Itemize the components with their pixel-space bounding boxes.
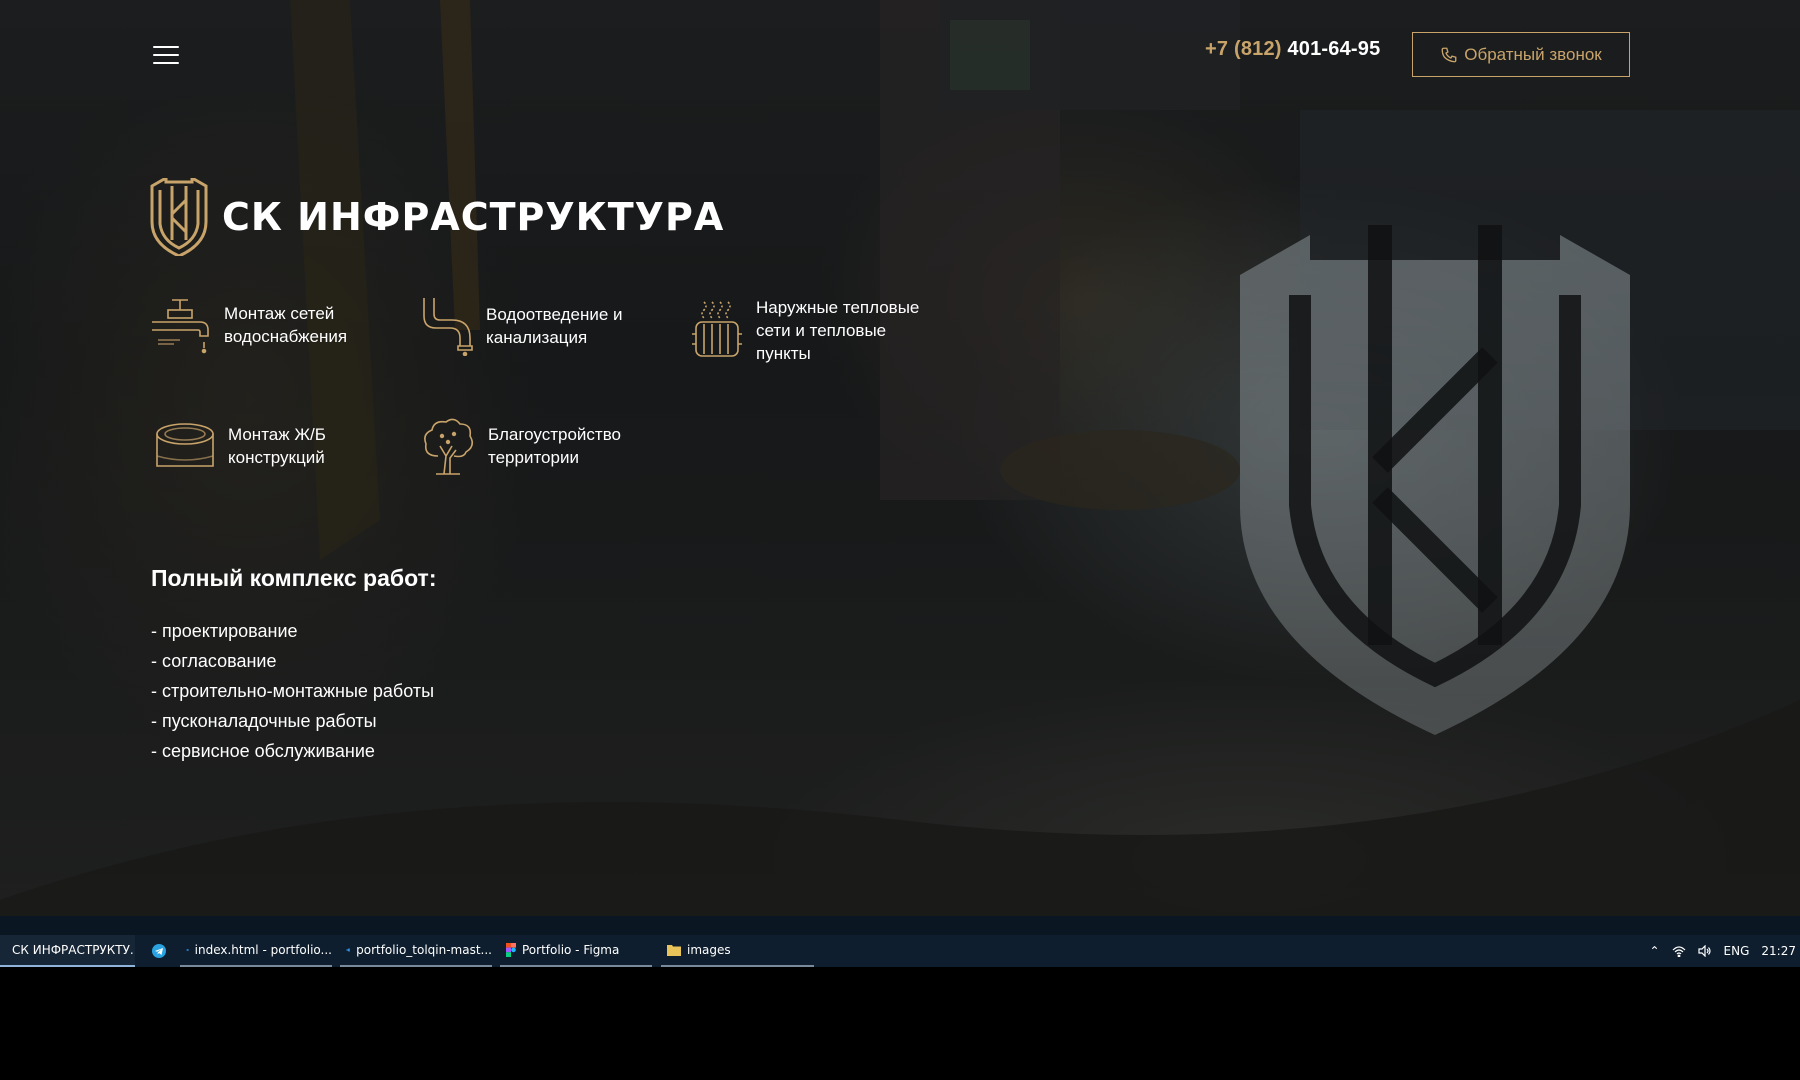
window-strip	[0, 916, 1800, 935]
service-sewerage[interactable]: Водоотведение и канализация	[420, 296, 623, 356]
task-label: СК ИНФРАСТРУКТУ...	[12, 943, 135, 957]
task-label: portfolio_tolqin-mast...	[356, 943, 492, 957]
list-item: - проектирование	[151, 621, 298, 641]
taskbar-item-folder[interactable]: images	[661, 935, 814, 967]
service-label: Благоустройство территории	[488, 423, 621, 469]
network-icon[interactable]	[1672, 945, 1686, 957]
complex-title: Полный комплекс работ:	[151, 565, 437, 591]
service-line: сети и тепловые	[756, 321, 887, 340]
service-concrete-structures[interactable]: Монтаж Ж/Б конструкций	[154, 420, 326, 472]
taskbar-item-browser[interactable]: СК ИНФРАСТРУКТУ...	[0, 935, 135, 967]
ski-shield-logo-icon	[150, 178, 208, 256]
radiator-icon	[692, 300, 742, 357]
service-landscaping[interactable]: Благоустройство территории	[420, 416, 621, 476]
task-label: index.html - portfolio...	[194, 943, 332, 957]
company-name: СК ИНФРАСТРУКТУРА	[222, 195, 725, 239]
tree-icon	[424, 418, 474, 475]
list-item: - согласование	[151, 651, 277, 671]
taskbar-item-vscode-portfolio[interactable]: portfolio_tolqin-mast...	[340, 935, 492, 967]
service-line: Благоустройство	[488, 425, 622, 444]
volume-icon[interactable]	[1697, 945, 1712, 957]
service-line: конструкций	[228, 448, 325, 467]
figma-icon	[506, 943, 516, 957]
water-tap-icon	[152, 299, 209, 354]
service-label: Наружные тепловые сети и тепловые пункты	[756, 296, 919, 365]
service-line: Водоотведение и	[486, 305, 623, 324]
task-label: Portfolio - Figma	[522, 943, 620, 957]
taskbar-item-figma[interactable]: Portfolio - Figma	[500, 935, 652, 967]
taskbar-item-vscode-index[interactable]: index.html - portfolio...	[180, 935, 332, 967]
vscode-icon	[186, 948, 189, 952]
service-line: канализация	[486, 328, 588, 347]
list-item: - пусконаладочные работы	[151, 711, 377, 731]
service-line: Наружные тепловые	[756, 298, 920, 317]
service-line: водоснабжения	[224, 327, 348, 346]
task-label: images	[687, 943, 731, 957]
service-water-supply[interactable]: Монтаж сетей водоснабжения	[150, 296, 347, 354]
service-label: Водоотведение и канализация	[486, 303, 623, 349]
drain-pipe-icon	[423, 298, 473, 356]
phone-icon	[1441, 47, 1457, 62]
taskbar-item-telegram[interactable]	[146, 935, 170, 967]
list-item: - сервисное обслуживание	[151, 741, 375, 761]
hero-section: +7 (812) 401-64-95 Обратный звонок СК ИН…	[0, 0, 1800, 916]
clock[interactable]: 21:27	[1761, 944, 1796, 958]
service-label: Монтаж сетей водоснабжения	[224, 302, 347, 348]
service-line: пункты	[756, 344, 811, 363]
language-indicator[interactable]: ENG	[1724, 944, 1750, 958]
system-tray: ⌃ ENG 21:27	[1649, 935, 1800, 967]
phone-number[interactable]: +7 (812) 401-64-95	[1205, 38, 1380, 61]
concrete-ring-icon	[156, 423, 214, 467]
service-line: Монтаж сетей	[224, 304, 335, 323]
phone-code: +7 (812)	[1205, 38, 1282, 60]
service-label: Монтаж Ж/Б конструкций	[228, 423, 326, 469]
chevron-up-icon[interactable]: ⌃	[1649, 944, 1659, 958]
taskbar: СК ИНФРАСТРУКТУ... index.html - portfoli…	[0, 935, 1800, 967]
service-heating-networks[interactable]: Наружные тепловые сети и тепловые пункты	[690, 296, 919, 365]
folder-icon	[667, 945, 681, 956]
phone-main: 401-64-95	[1287, 38, 1381, 60]
large-shield-emblem	[1240, 225, 1630, 735]
vscode-icon	[346, 948, 350, 952]
callback-button[interactable]: Обратный звонок	[1412, 32, 1630, 77]
work-list: - проектирование - согласование - строит…	[151, 616, 434, 766]
list-item: - строительно-монтажные работы	[151, 681, 435, 701]
telegram-icon	[152, 944, 166, 958]
company-logo[interactable]: СК ИНФРАСТРУКТУРА	[150, 178, 724, 256]
service-line: Монтаж Ж/Б	[228, 425, 326, 444]
service-line: территории	[488, 448, 579, 467]
hamburger-menu-icon[interactable]	[153, 43, 179, 67]
callback-label: Обратный звонок	[1464, 44, 1602, 64]
